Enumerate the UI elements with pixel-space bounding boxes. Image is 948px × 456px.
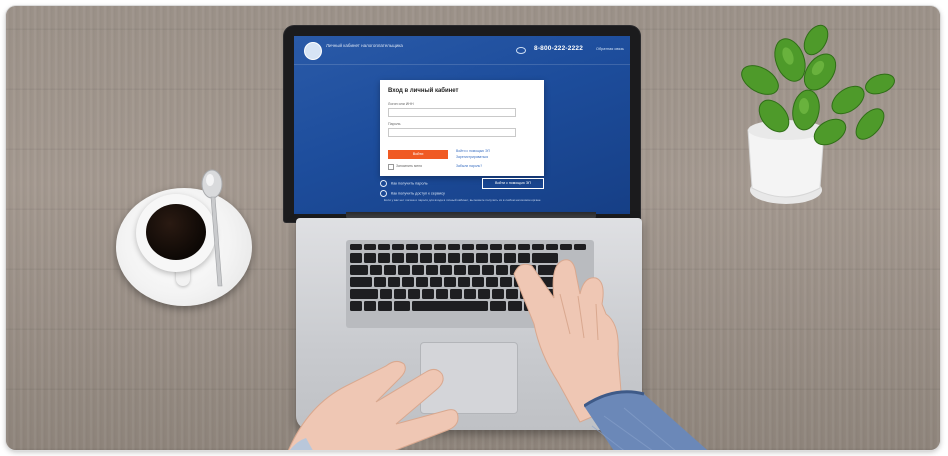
info-icon [380, 190, 387, 197]
login-title: Вход в личный кабинет [388, 88, 459, 94]
shirt-sleeve [584, 390, 708, 450]
password-label: Пароль [388, 122, 401, 126]
password-field[interactable] [388, 128, 516, 137]
login-field[interactable] [388, 108, 516, 117]
forgot-password-link[interactable]: Забыли пароль? [456, 164, 482, 168]
login-button[interactable]: Войти [388, 150, 448, 159]
info-row-password[interactable]: Как получить пароль [380, 180, 428, 187]
laptop-lid: Личный кабинет налогоплательщика 8-800-2… [284, 26, 640, 222]
esign-button[interactable]: Войти с помощью ЭП [482, 178, 544, 189]
laptop-screen: Личный кабинет налогоплательщика 8-800-2… [294, 36, 630, 214]
login-card: Вход в личный кабинет Логин или ИНН Паро… [380, 80, 544, 176]
info-row-access-label: Как получить доступ к сервису [391, 191, 445, 196]
screen-footer-text: Если у вас нет логина и пароля для входа… [384, 198, 541, 202]
help-link[interactable]: Обратная связь [596, 47, 624, 51]
remember-label: Запомнить меня [396, 164, 422, 168]
eye-icon[interactable] [516, 47, 526, 54]
info-row-access[interactable]: Как получить доступ к сервису [380, 190, 445, 197]
remember-checkbox[interactable] [388, 164, 394, 170]
site-logo-icon[interactable] [304, 42, 322, 60]
left-hand [288, 360, 459, 450]
esign-link[interactable]: Войти с помощью ЭП [456, 149, 490, 153]
phone-number: 8-800-222-2222 [534, 45, 584, 52]
potted-plant [741, 24, 895, 204]
coffee [146, 204, 206, 260]
spoon-icon [201, 169, 223, 287]
info-row-password-label: Как получить пароль [391, 181, 428, 186]
photo-frame: Личный кабинет налогоплательщика 8-800-2… [6, 6, 940, 450]
site-header: Личный кабинет налогоплательщика 8-800-2… [294, 36, 630, 65]
lock-icon [380, 180, 387, 187]
register-link[interactable]: Зарегистрироваться [456, 155, 488, 159]
login-label: Логин или ИНН [388, 102, 414, 106]
site-name: Личный кабинет налогоплательщика [326, 43, 403, 48]
